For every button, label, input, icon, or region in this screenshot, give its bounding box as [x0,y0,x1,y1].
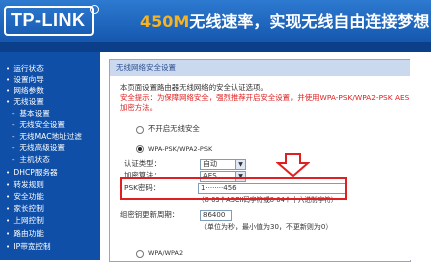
sidebar: • 运行状态 • 设置向导 • 网络参数 • 无线设置 - 基本设置 - 无线安… [0,52,100,260]
sidebar-item-label: 转发规则 [13,180,44,189]
auth-type-select[interactable]: 自动 ▼ [200,159,246,170]
header-banner: TP-LINK 450M无线速率，实现无线自由连接梦想 [0,0,431,52]
security-warning-line1: 安全提示：为保障网络安全，强烈推荐开启安全设置，并使用WPA-PSK/WPA2-… [120,93,410,102]
logo-text: TP-LINK [11,10,86,30]
sidebar-item-wireless[interactable]: • 无线设置 [6,96,44,107]
no-security-radio[interactable] [136,126,144,134]
header-slogan: 450M无线速率，实现无线自由连接梦想 [140,8,431,32]
sidebar-item-label: 设置向导 [13,75,44,84]
right-margin [410,52,431,260]
group-key-input[interactable]: 86400 [200,210,232,221]
group-key-value: 86400 [203,211,226,219]
sidebar-item-network[interactable]: • 网络参数 [6,85,44,96]
sidebar-item-label: 无线设置 [13,97,44,106]
panel-title-bar: 无线网络安全设置 [110,60,410,76]
sidebar-item-label: 无线MAC地址过滤 [19,132,82,141]
sidebar-item-label: 家长控制 [13,204,44,213]
sidebar-item-label: 上网控制 [13,216,44,225]
panel-title: 无线网络安全设置 [116,63,176,72]
sidebar-item-label: 路由功能 [13,229,44,238]
tp-link-logo: TP-LINK [4,5,99,36]
no-security-label: 不开启无线安全 [148,124,200,133]
sidebar-item-label: 无线高级设置 [19,143,65,152]
intro-text: 本页面设置路由器无线网络的安全认证选项。 [120,83,268,92]
sidebar-item-label: 安全功能 [13,192,44,201]
slogan-speed: 450M [140,12,190,31]
chevron-down-icon: ▼ [235,160,245,169]
security-warning-line2: 加密方法。 [120,103,157,112]
auth-type-value: 自动 [203,160,217,168]
sidebar-item-label: DHCP服务器 [13,168,58,177]
sidebar-item-access-control[interactable]: • 上网控制 [6,215,44,226]
sidebar-item-label: 运行状态 [13,64,44,73]
auth-type-label: 认证类型： [124,159,161,168]
red-arrow-icon [276,153,310,177]
content-gutter [100,52,108,260]
sidebar-item-label: 网络参数 [13,86,44,95]
header-stripe [0,42,431,52]
psk-highlight-box [120,177,347,200]
wpa-enterprise-label: WPA/WPA2 [148,249,184,257]
sidebar-item-bandwidth[interactable]: • IP带宽控制 [6,241,51,252]
sidebar-item-basic[interactable]: - 基本设置 [12,108,50,119]
sidebar-item-label: 主机状态 [19,155,50,164]
wpa-psk-label: WPA-PSK/WPA2-PSK [148,145,213,153]
sidebar-item-host-status[interactable]: - 主机状态 [12,154,50,165]
sidebar-item-parental[interactable]: • 家长控制 [6,203,44,214]
wpa-enterprise-radio[interactable] [136,250,144,258]
sidebar-item-label: 无线安全设置 [19,120,65,129]
group-key-hint: （单位为秒，最小值为30，不更新则为0） [200,223,333,231]
slogan-text: 无线速率，实现无线自由连接梦想 [189,12,430,31]
wireless-security-panel: 无线网络安全设置 本页面设置路由器无线网络的安全认证选项。 安全提示：为保障网络… [109,59,411,262]
sidebar-item-advanced[interactable]: - 无线高级设置 [12,142,65,153]
sidebar-item-security-functions[interactable]: • 安全功能 [6,191,44,202]
sidebar-item-label: 基本设置 [19,109,50,118]
sidebar-item-dhcp[interactable]: • DHCP服务器 [6,167,58,178]
sidebar-item-wizard[interactable]: • 设置向导 [6,74,44,85]
sidebar-item-security[interactable]: - 无线安全设置 [12,119,65,130]
registered-mark-icon [90,5,99,14]
group-key-label: 组密钥更新周期： [120,210,180,219]
sidebar-item-label: IP带宽控制 [13,242,51,251]
sidebar-item-status[interactable]: • 运行状态 [6,63,44,74]
sidebar-item-routing[interactable]: • 路由功能 [6,228,44,239]
sidebar-item-forwarding[interactable]: • 转发规则 [6,179,44,190]
wpa-psk-radio[interactable] [136,145,144,153]
sidebar-item-mac-filter[interactable]: - 无线MAC地址过滤 [12,131,82,142]
